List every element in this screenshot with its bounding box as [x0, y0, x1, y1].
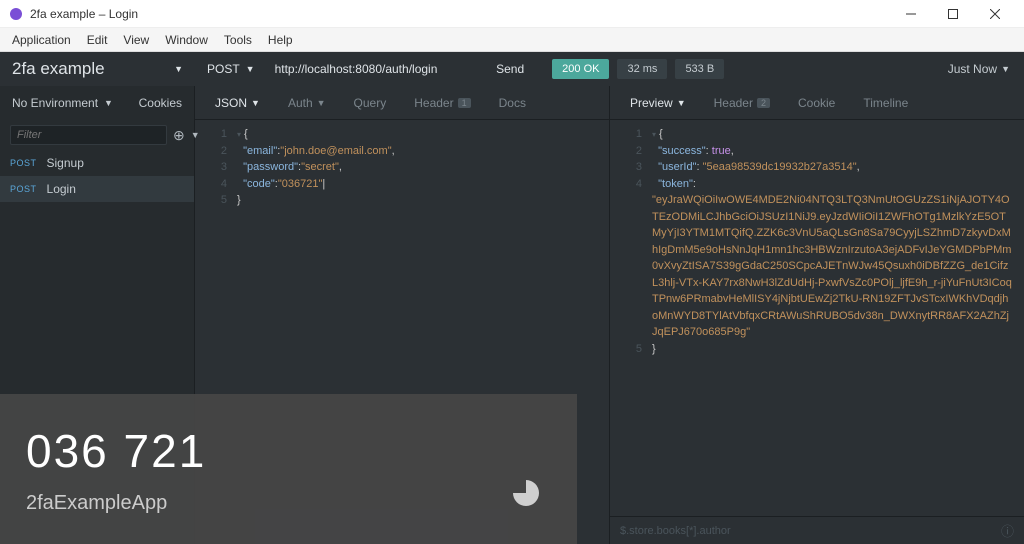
- toolbar: 2fa example ▼ POST ▼ http://localhost:80…: [0, 52, 1024, 86]
- titlebar: 2fa example – Login: [0, 0, 1024, 28]
- otp-code: 036 721: [26, 424, 551, 478]
- cookies-button[interactable]: Cookies: [139, 96, 182, 110]
- status-code-badge: 200 OK: [552, 59, 609, 79]
- response-time-badge: 32 ms: [617, 59, 667, 79]
- request-method-label: POST: [10, 158, 37, 168]
- tab-response-header[interactable]: Header 2: [702, 90, 782, 116]
- menu-tools[interactable]: Tools: [216, 31, 260, 49]
- sidebar-request-signup[interactable]: POST Signup: [0, 150, 194, 176]
- chevron-down-icon: ▼: [104, 98, 113, 108]
- history-label: Just Now: [948, 62, 997, 76]
- code-line: 4 "code":"036721"|: [205, 176, 599, 193]
- pie-timer-icon: [511, 478, 541, 508]
- code-line: 5}: [205, 192, 599, 209]
- response-body-viewer: 1▾{2 "success": true,3 "userId": "5eaa98…: [610, 120, 1024, 516]
- tab-body[interactable]: JSON ▼: [203, 90, 272, 116]
- query-hint: $.store.books[*].author: [620, 525, 731, 537]
- filter-input[interactable]: [10, 125, 167, 145]
- menu-view[interactable]: View: [115, 31, 157, 49]
- response-size-badge: 533 B: [675, 59, 724, 79]
- environment-label: No Environment: [12, 96, 98, 110]
- code-line: 3 "password":"secret",: [205, 159, 599, 176]
- tab-docs[interactable]: Docs: [487, 90, 538, 116]
- environment-selector[interactable]: No Environment ▼: [12, 96, 113, 110]
- workspace-selector[interactable]: 2fa example ▼: [0, 59, 195, 79]
- menu-edit[interactable]: Edit: [79, 31, 116, 49]
- code-line: 3 "userId": "5eaa98539dc19932b27a3514",: [620, 159, 1014, 176]
- code-line: 2 "email":"john.doe@email.com",: [205, 143, 599, 160]
- request-name-label: Signup: [47, 156, 84, 170]
- help-icon[interactable]: ⓘ: [1001, 521, 1014, 540]
- url-input[interactable]: http://localhost:8080/auth/login: [267, 62, 481, 76]
- window-title: 2fa example – Login: [30, 7, 890, 21]
- response-viewer: Preview ▼ Header 2 Cookie Timeline 1▾{2 …: [610, 86, 1024, 544]
- code-line: 1▾{: [620, 126, 1014, 143]
- sidebar-request-login[interactable]: POST Login: [0, 176, 194, 202]
- chevron-down-icon: ▼: [317, 98, 326, 108]
- method-selector[interactable]: POST ▼: [195, 62, 267, 76]
- response-query-bar[interactable]: $.store.books[*].author ⓘ: [610, 516, 1024, 544]
- close-button[interactable]: [974, 0, 1016, 28]
- menu-help[interactable]: Help: [260, 31, 301, 49]
- maximize-button[interactable]: [932, 0, 974, 28]
- tab-auth[interactable]: Auth ▼: [276, 90, 338, 116]
- authenticator-toast: 036 721 2faExampleApp: [0, 394, 577, 544]
- otp-app-name: 2faExampleApp: [26, 492, 551, 515]
- request-name-label: Login: [47, 182, 76, 196]
- tab-timeline[interactable]: Timeline: [851, 90, 920, 116]
- minimize-button[interactable]: [890, 0, 932, 28]
- menubar: ApplicationEditViewWindowToolsHelp: [0, 28, 1024, 52]
- tab-cookie[interactable]: Cookie: [786, 90, 847, 116]
- method-label: POST: [207, 62, 240, 76]
- chevron-down-icon: ▼: [174, 64, 183, 74]
- header-count-badge: 2: [757, 98, 770, 108]
- send-button[interactable]: Send: [480, 62, 540, 76]
- header-count-badge: 1: [458, 98, 471, 108]
- workspace-name: 2fa example: [12, 59, 105, 79]
- tab-preview[interactable]: Preview ▼: [618, 90, 698, 116]
- history-dropdown[interactable]: Just Now ▼: [934, 62, 1024, 76]
- add-request-icon[interactable]: ⊕: [173, 127, 185, 144]
- chevron-down-icon: ▼: [677, 98, 686, 108]
- tab-header[interactable]: Header 1: [402, 90, 482, 116]
- tab-query[interactable]: Query: [342, 90, 399, 116]
- app-icon: [8, 6, 24, 22]
- menu-application[interactable]: Application: [4, 31, 79, 49]
- menu-window[interactable]: Window: [157, 31, 216, 49]
- chevron-down-icon: ▼: [246, 64, 255, 74]
- code-line: 5}: [620, 341, 1014, 358]
- chevron-down-icon: ▼: [1001, 64, 1010, 74]
- code-line: 1▾{: [205, 126, 599, 143]
- code-line: 4 "token":: [620, 176, 1014, 193]
- code-line: "eyJraWQiOiIwOWE4MDE2Ni04NTQ3LTQ3NmUtOGU…: [620, 192, 1014, 341]
- request-method-label: POST: [10, 184, 37, 194]
- chevron-down-icon: ▼: [251, 98, 260, 108]
- code-line: 2 "success": true,: [620, 143, 1014, 160]
